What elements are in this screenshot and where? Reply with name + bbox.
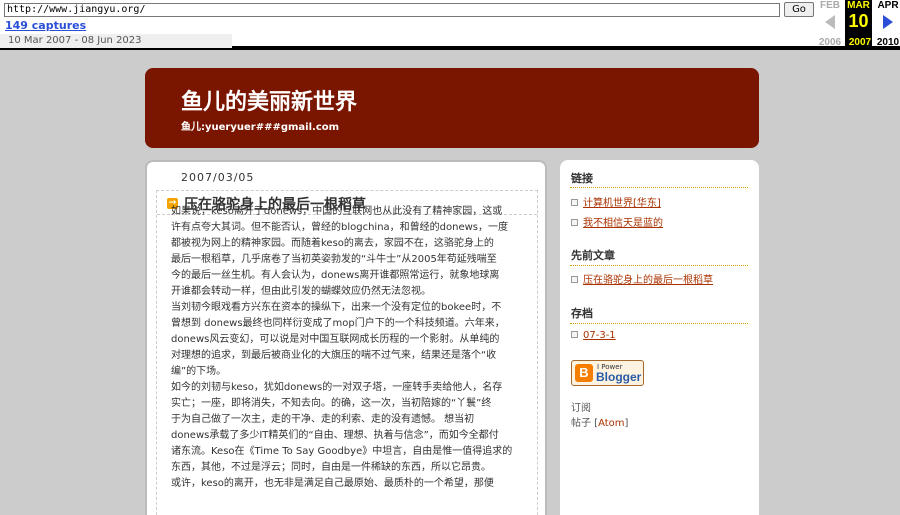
- wayback-current-date: MAR 10 2007: [845, 0, 872, 50]
- subscribe-item: 帖子 [Atom]: [571, 414, 628, 429]
- previous-post-link[interactable]: 压在骆驼身上的最后一根稻草: [583, 275, 713, 286]
- next-year-label: 2010: [876, 37, 900, 48]
- wayback-toolbar: http://www.jiangyu.org/ Go 149 captures …: [0, 0, 900, 50]
- blog-header: 鱼儿的美丽新世界 鱼儿:yueryuer###gmail.com: [145, 68, 759, 148]
- subscribe-label: 订阅: [571, 403, 591, 414]
- next-arrow-icon[interactable]: [883, 15, 893, 29]
- sidebar-link-text[interactable]: 计算机世界[华东]: [583, 198, 661, 209]
- blog-title[interactable]: 鱼儿的美丽新世界: [181, 84, 357, 116]
- archive-item[interactable]: 07-3-1: [571, 330, 616, 341]
- archive-heading: 存档: [571, 307, 593, 320]
- divider: [570, 323, 748, 324]
- sidebar-link[interactable]: 我不相信天是蓝的: [571, 214, 663, 229]
- sidebar-link[interactable]: 计算机世界[华东]: [571, 194, 661, 209]
- prev-arrow-icon[interactable]: [825, 15, 835, 29]
- wayback-prev-month[interactable]: FEB 2006: [815, 0, 845, 50]
- atom-feed-link[interactable]: Atom: [598, 418, 624, 429]
- divider: [570, 265, 748, 266]
- wayback-url-input[interactable]: http://www.jiangyu.org/: [4, 3, 780, 17]
- prev-year-label: 2006: [818, 37, 842, 48]
- blogger-big-text: Blogger: [596, 370, 642, 384]
- bullet-icon: [571, 331, 578, 338]
- post-body: 如果说，keso离开了donews，中国的互联网也从此没有了精神家园，这或 许有…: [171, 206, 513, 489]
- previous-post-item[interactable]: 压在骆驼身上的最后一根稻草: [571, 271, 713, 286]
- subscribe-suffix: ]: [624, 418, 629, 429]
- links-heading: 链接: [571, 172, 593, 185]
- divider: [570, 187, 748, 188]
- wayback-date-range: 10 Mar 2007 - 08 Jun 2023: [0, 34, 232, 48]
- archive-link[interactable]: 07-3-1: [583, 330, 616, 341]
- powered-by-blogger-button[interactable]: B I Power Blogger: [571, 360, 644, 386]
- bullet-icon: [571, 276, 578, 283]
- wayback-next-month[interactable]: APR 2010: [873, 0, 900, 50]
- cur-day-label: 10: [848, 11, 869, 31]
- bullet-icon: [571, 219, 578, 226]
- wayback-captures-link[interactable]: 149 captures: [5, 19, 86, 32]
- prev-month-label: FEB: [820, 0, 840, 11]
- wayback-go-button[interactable]: Go: [784, 2, 814, 17]
- next-month-label: APR: [877, 0, 899, 11]
- post-date: 2007/03/05: [181, 171, 255, 184]
- subscribe-prefix: 帖子 [: [571, 418, 599, 429]
- sidebar-link-text[interactable]: 我不相信天是蓝的: [583, 218, 663, 229]
- sidebar: 链接 计算机世界[华东] 我不相信天是蓝的 先前文章 压在骆驼身上的最后一根稻草…: [560, 160, 759, 515]
- blog-description: 鱼儿:yueryuer###gmail.com: [181, 122, 340, 133]
- main-column: 2007/03/05 → 压在骆驼身上的最后一根稻草 如果说，keso离开了do…: [145, 160, 547, 515]
- bullet-icon: [571, 199, 578, 206]
- previous-posts-heading: 先前文章: [571, 249, 615, 262]
- blogger-logo-icon: B: [575, 364, 593, 382]
- cur-year-label: 2007: [848, 37, 872, 48]
